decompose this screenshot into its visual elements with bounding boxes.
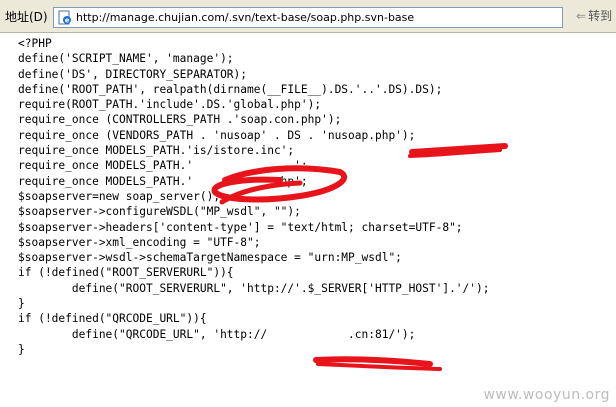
watermark: www.wooyun.org <box>483 387 610 403</box>
code-line: require_once MODELS_PATH.'is/istore.inc'… <box>18 144 295 158</box>
svg-text:e: e <box>65 17 70 25</box>
code-line: require_once MODELS_PATH.' .php'; <box>18 174 308 188</box>
code-line: define("ROOT_SERVERURL", 'http://'.$_SER… <box>18 281 490 295</box>
code-line: require_once (VENDORS_PATH . 'nusoap' . … <box>18 128 416 142</box>
code-line: if (!defined("ROOT_SERVERURL")){ <box>18 266 234 280</box>
code-line: define("QRCODE_URL", 'http:// .cn:81/'); <box>18 327 416 341</box>
code-line: define('SCRIPT_NAME', 'manage'); <box>18 52 234 66</box>
address-field[interactable]: e http://manage.chujian.com/.svn/text-ba… <box>53 7 563 28</box>
code-line: define('DS', DIRECTORY_SEPARATOR); <box>18 67 248 81</box>
address-label: 地址(D) <box>5 10 48 24</box>
code-line: $soapserver->headers['content-type'] = "… <box>18 220 463 234</box>
code-line: } <box>18 342 25 356</box>
code-line: $soapserver->xml_encoding = "UTF-8"; <box>18 235 261 249</box>
go-label: 转到 <box>588 9 613 23</box>
code-line: require_once (CONTROLLERS_PATH .'soap.co… <box>18 113 342 127</box>
code-line: if (!defined("QRCODE_URL")){ <box>18 312 207 326</box>
code-line: $soapserver=new soap_server(); <box>18 189 221 203</box>
source-code: <?PHP define('SCRIPT_NAME', 'manage'); def… <box>18 36 489 357</box>
page-content: <?PHP define('SCRIPT_NAME', 'manage'); def… <box>0 33 616 407</box>
code-line: define('ROOT_PATH', realpath(dirname(__F… <box>18 82 443 96</box>
code-line: } <box>18 297 25 311</box>
address-bar: 地址(D) e http://manage.chujian.com/.svn/t… <box>0 0 616 33</box>
code-line: $soapserver->wsdl->schemaTargetNamespace… <box>18 251 402 265</box>
code-line: <?PHP <box>18 37 52 50</box>
go-arrow-icon: ⇐ <box>576 9 587 23</box>
go-button[interactable]: ⇐ 转到 <box>576 9 612 23</box>
code-line: $soapserver->configureWSDL("MP_wsdl", ""… <box>18 205 301 219</box>
url-text: http://manage.chujian.com/.svn/text-base… <box>76 11 415 24</box>
code-line: require(ROOT_PATH.'include'.DS.'global.p… <box>18 98 322 112</box>
ie-page-icon: e <box>57 10 72 25</box>
code-line: require_once MODELS_PATH.' '; <box>18 159 308 173</box>
